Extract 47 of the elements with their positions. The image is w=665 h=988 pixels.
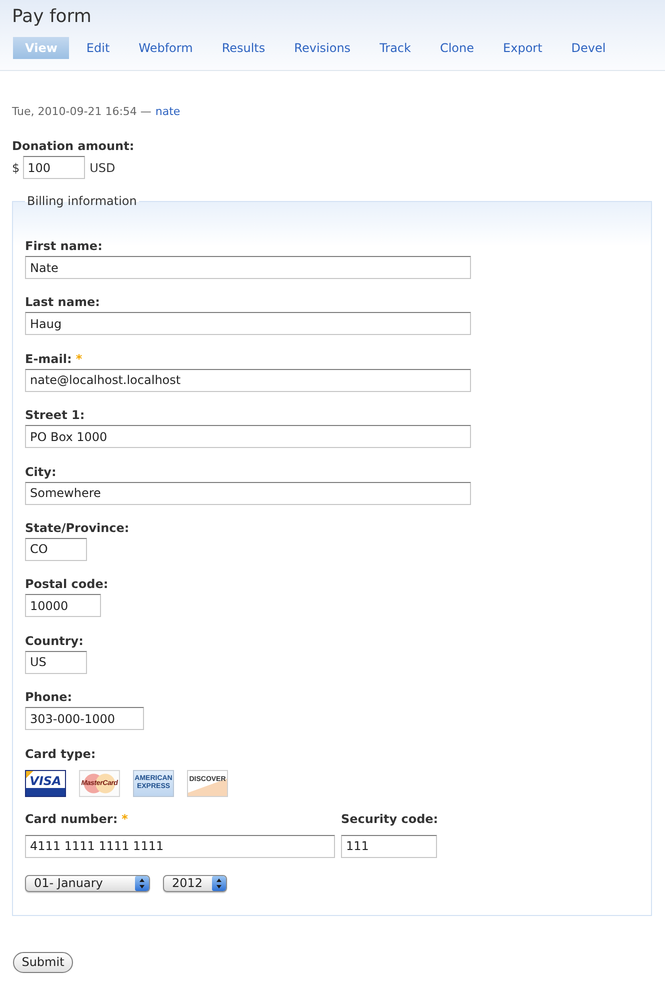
text-field[interactable]: PO Box 1000 bbox=[25, 425, 471, 448]
field-label: State/Province: bbox=[25, 520, 130, 536]
field-label: Postal code: bbox=[25, 576, 108, 592]
tab[interactable]: Devel bbox=[559, 37, 618, 59]
text-field[interactable]: US bbox=[25, 650, 87, 674]
text-field[interactable]: 303-000-1000 bbox=[25, 707, 144, 730]
tab[interactable]: Edit bbox=[74, 37, 122, 59]
tab[interactable]: Webform bbox=[126, 37, 205, 59]
field-label: Donation amount: bbox=[12, 138, 134, 154]
field-label: Street 1: bbox=[25, 407, 85, 424]
text-field[interactable]: Haug bbox=[25, 312, 471, 336]
updown-arrows-icon bbox=[212, 876, 226, 891]
field-label: Country: bbox=[25, 632, 84, 649]
required-mark: * bbox=[76, 350, 82, 367]
text-field[interactable]: Nate bbox=[25, 256, 471, 279]
text-field[interactable]: CO bbox=[25, 538, 87, 561]
tab[interactable]: Track bbox=[368, 37, 423, 59]
currency-code: USD bbox=[90, 160, 116, 174]
security-code-field[interactable]: 111 bbox=[341, 834, 437, 858]
field-label: City: bbox=[25, 464, 56, 480]
tab[interactable]: Export bbox=[491, 37, 554, 59]
currency-symbol: $ bbox=[12, 160, 20, 174]
card-logo[interactable]: VISA bbox=[25, 770, 66, 797]
card-number-field[interactable]: 4111 1111 1111 1111 bbox=[25, 834, 335, 858]
field-label: Last name: bbox=[25, 294, 100, 310]
field-label: First name: bbox=[25, 238, 102, 254]
tab[interactable]: Results bbox=[210, 37, 278, 59]
required-mark: * bbox=[122, 810, 128, 827]
field-label: Phone: bbox=[25, 689, 72, 706]
amount-field[interactable]: 100 bbox=[22, 156, 85, 179]
year-select[interactable]: 2012 bbox=[163, 874, 227, 892]
submit-button[interactable]: Submit bbox=[13, 952, 73, 973]
tab[interactable]: Clone bbox=[428, 37, 486, 59]
text-field[interactable]: 10000 bbox=[25, 594, 101, 618]
text-field[interactable]: nate@localhost.localhost bbox=[25, 368, 471, 392]
field-label: Security code: bbox=[341, 810, 438, 827]
field-label: Card number: bbox=[25, 810, 118, 827]
submitted-date: Tue, 2010-09-21 16:54 — bbox=[12, 104, 152, 120]
month-select[interactable]: 01- January bbox=[25, 874, 150, 892]
author-link[interactable]: nate bbox=[155, 104, 180, 120]
text-field[interactable]: Somewhere bbox=[25, 482, 471, 505]
updown-arrows-icon bbox=[135, 876, 149, 891]
field-label: E-mail: bbox=[25, 350, 72, 367]
fieldset-legend: Billing information bbox=[25, 193, 139, 209]
tab[interactable]: Revisions bbox=[282, 37, 363, 59]
field-label: Card type: bbox=[25, 746, 96, 762]
page-title: Pay form bbox=[12, 5, 92, 29]
